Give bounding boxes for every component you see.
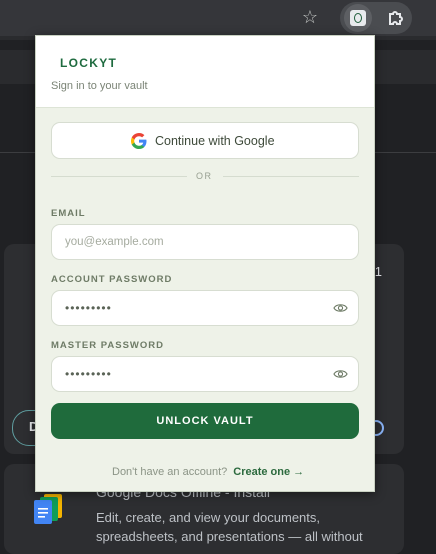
create-account-link[interactable]: Create one → (233, 466, 304, 478)
lockyt-logo: LOCKYT (60, 56, 118, 70)
email-placeholder: you@example.com (65, 236, 164, 248)
continue-with-google-button[interactable]: Continue with Google (51, 122, 359, 159)
google-docs-icon (34, 494, 62, 524)
email-field[interactable]: you@example.com (51, 224, 359, 260)
unlock-vault-button[interactable]: UNLOCK VAULT (51, 403, 359, 439)
master-password-value: ••••••••• (65, 367, 112, 381)
background-card-description: Edit, create, and view your documents, s… (96, 510, 363, 544)
eye-icon[interactable] (333, 302, 348, 314)
signup-question: Don't have an account? (112, 466, 228, 478)
google-icon (131, 133, 147, 149)
browser-toolbar: ☆ (0, 0, 436, 36)
eye-icon[interactable] (333, 368, 348, 380)
google-button-label: Continue with Google (155, 134, 275, 148)
popup-header: LOCKYT Sign in to your vault (36, 36, 374, 108)
account-password-field[interactable]: ••••••••• (51, 290, 359, 326)
lockyt-extension-icon[interactable] (344, 4, 372, 32)
background-count: 1 (374, 264, 382, 279)
master-password-field[interactable]: ••••••••• (51, 356, 359, 392)
star-icon[interactable]: ☆ (298, 5, 322, 29)
divider-line-right (223, 176, 359, 177)
popup-subtitle: Sign in to your vault (51, 80, 148, 92)
or-divider: OR (196, 171, 213, 181)
master-password-label: MASTER PASSWORD (51, 340, 164, 351)
puzzle-icon[interactable] (384, 6, 408, 30)
lockyt-popup: LOCKYT Sign in to your vault Continue wi… (35, 35, 375, 492)
account-password-label: ACCOUNT PASSWORD (51, 274, 173, 285)
signup-prompt: Don't have an account? Create one → (112, 466, 304, 478)
divider-line-left (51, 176, 187, 177)
account-password-value: ••••••••• (65, 301, 112, 315)
email-label: EMAIL (51, 208, 86, 219)
